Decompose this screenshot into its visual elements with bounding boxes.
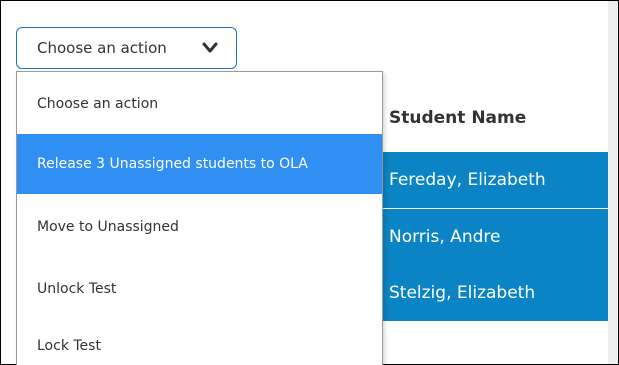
menu-item-label: Lock Test [37, 338, 101, 354]
menu-item-unlock-test[interactable]: Unlock Test [17, 259, 382, 319]
menu-item-release-unassigned-to-ola[interactable]: Release 3 Unassigned students to OLA [17, 134, 382, 194]
student-name-cell: Stelzig, Elizabeth [389, 283, 536, 303]
table-row[interactable]: Norris, Andre [383, 209, 608, 265]
menu-item-choose-an-action[interactable]: Choose an action [17, 74, 382, 134]
menu-item-label: Unlock Test [37, 281, 117, 297]
menu-item-label: Choose an action [37, 96, 159, 112]
action-dropdown-menu: Choose an action Release 3 Unassigned st… [16, 71, 383, 365]
table-row[interactable]: Stelzig, Elizabeth [383, 265, 608, 321]
action-select-label: Choose an action [37, 39, 167, 57]
student-name-cell: Norris, Andre [389, 227, 501, 247]
column-header-student-name[interactable]: Student Name [389, 108, 526, 128]
student-name-cell: Fereday, Elizabeth [389, 170, 546, 190]
menu-item-label: Release 3 Unassigned students to OLA [37, 156, 308, 172]
menu-item-lock-test[interactable]: Lock Test [17, 322, 382, 365]
action-select[interactable]: Choose an action [16, 27, 237, 69]
menu-item-label: Move to Unassigned [37, 219, 179, 235]
table-row[interactable]: Fereday, Elizabeth [383, 152, 608, 208]
menu-item-move-to-unassigned[interactable]: Move to Unassigned [17, 197, 382, 257]
chevron-down-icon [202, 42, 218, 53]
